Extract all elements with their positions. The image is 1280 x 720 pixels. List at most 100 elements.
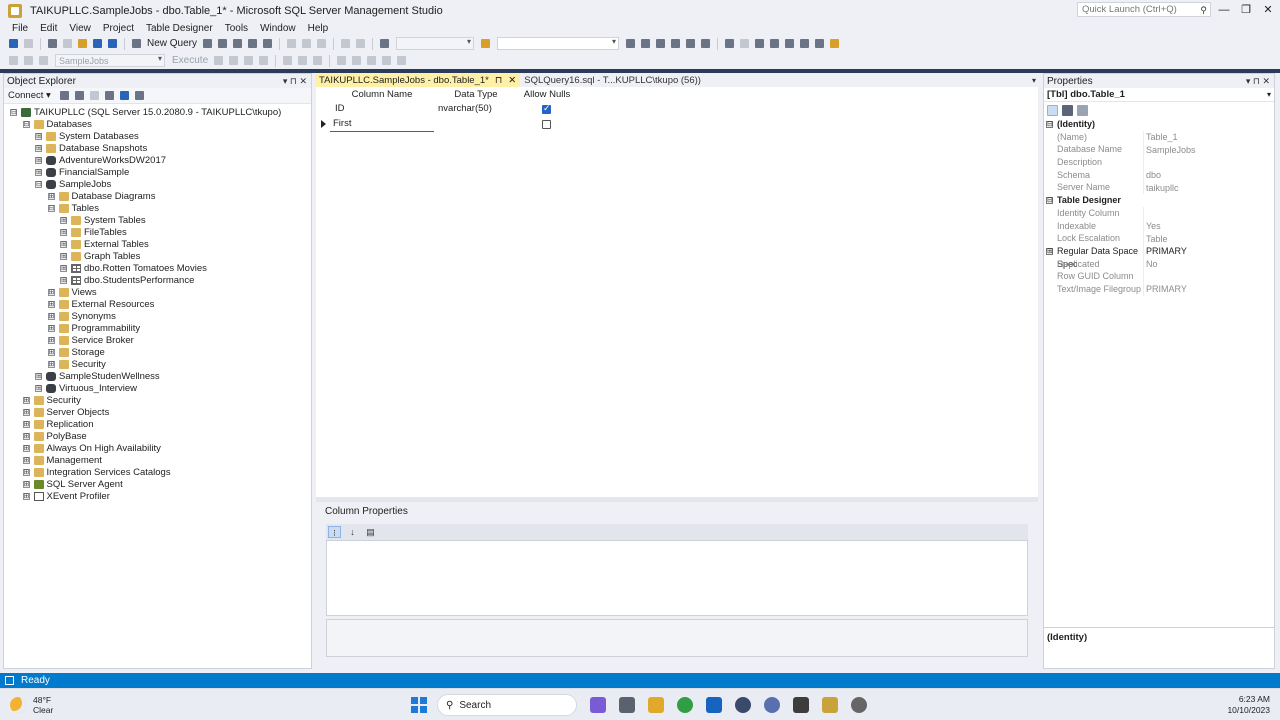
results-grid-icon[interactable] [298,56,308,65]
toolbox-icon[interactable] [671,39,681,48]
connect-icon[interactable] [59,91,69,100]
manage-xml-icon[interactable] [785,39,795,48]
properties-window-icon[interactable] [626,39,636,48]
cut-icon[interactable] [287,39,297,48]
categorized-icon[interactable] [1047,104,1058,116]
tree-node[interactable]: ⊞ SampleStudenWellness [4,370,311,382]
taskbar-search[interactable]: ⚲ Search [437,694,577,716]
mdx-query-icon[interactable] [203,39,213,48]
new-project-icon[interactable] [48,39,57,48]
menu-tools[interactable]: Tools [219,23,254,34]
results-file-icon[interactable] [313,56,323,65]
expand-icon[interactable]: ⊞ [22,480,30,488]
activity-icon[interactable] [134,91,144,100]
property-row[interactable]: Description [1044,156,1274,169]
connect-button[interactable]: Connect ▾ [8,90,51,101]
dmx-query-icon[interactable] [218,39,228,48]
save-icon[interactable] [93,39,102,48]
expand-icon[interactable]: ⊞ [47,192,55,200]
options-icon[interactable] [701,39,711,48]
properties-object-selector[interactable]: [Tbl] dbo.Table_1 [1044,88,1274,102]
tree-node[interactable]: ⊞ Security [4,394,311,406]
tree-node[interactable]: ⊞ System Databases [4,130,311,142]
tree-node[interactable]: ⊞ AdventureWorksDW2017 [4,154,311,166]
property-pages-icon[interactable] [1077,104,1088,116]
alphabetical-icon[interactable] [1062,104,1073,116]
tree-node[interactable]: ⊞ Service Broker [4,334,311,346]
new-query-button[interactable]: New Query [147,38,197,49]
property-row[interactable]: Database Name SampleJobs [1044,143,1274,157]
connect-icon[interactable] [9,56,18,65]
search-icon[interactable]: ⚲ [1200,4,1207,17]
chrome-icon[interactable] [677,697,693,713]
expand-icon[interactable]: ⊞ [60,228,67,236]
tree-node[interactable]: ⊞ SQL Server Agent [4,478,311,490]
expand-icon[interactable]: ⊞ [60,240,67,248]
menu-help[interactable]: Help [302,23,335,34]
tree-node[interactable]: ⊞ Views [4,286,311,298]
results-text-icon[interactable] [283,56,293,65]
property-row[interactable]: Lock Escalation Table [1044,232,1274,245]
tree-node[interactable]: ⊟ SampleJobs [4,178,311,190]
collapse-icon[interactable]: ⊟ [22,120,30,128]
tree-node[interactable]: ⊞ Management [4,454,311,466]
property-row[interactable]: Server Name taikupllc [1044,181,1274,195]
filter-icon[interactable] [104,91,114,100]
parse-icon[interactable] [229,56,239,65]
copilot-icon[interactable] [590,697,606,713]
property-row[interactable]: Row GUID Column [1044,270,1274,283]
xmla-query-icon[interactable] [233,39,243,48]
expand-icon[interactable]: ⊞ [35,372,42,380]
specify-values-icon[interactable] [397,56,407,65]
open-file-icon[interactable] [78,39,87,48]
refresh-icon[interactable] [119,91,129,100]
collapse-icon[interactable]: ⊟ [10,108,17,116]
property-row[interactable]: ⊟ (Identity) [1044,118,1274,131]
menu-edit[interactable]: Edit [34,23,63,34]
menu-table-designer[interactable]: Table Designer [140,23,219,34]
property-value[interactable]: Table [1144,234,1168,244]
property-pages-icon[interactable]: ▤ [364,526,377,538]
relationships-icon[interactable] [725,39,735,48]
property-value[interactable]: PRIMARY [1144,284,1187,294]
property-row[interactable]: Indexable Yes [1044,219,1274,233]
menu-project[interactable]: Project [97,23,140,34]
property-row[interactable]: Text/Image Filegroup PRIMARY [1044,282,1274,296]
quick-launch-input[interactable]: Quick Launch (Ctrl+Q) ⚲ [1077,2,1211,17]
expand-icon[interactable]: ⊞ [22,468,30,476]
forward-icon[interactable] [24,39,33,48]
column-properties-grid[interactable] [326,540,1028,616]
tab-overflow-button[interactable]: ▾ [1032,76,1040,85]
header-column-name[interactable]: Column Name [330,88,434,101]
tree-node[interactable]: ⊞ XEvent Profiler [4,490,311,502]
expand-icon[interactable]: ⊞ [22,432,30,440]
expand-icon[interactable]: ⊞ [47,360,55,368]
column-name-input[interactable]: First [333,118,351,130]
task-view-icon[interactable] [619,697,635,713]
activity-monitor-icon[interactable] [380,39,390,48]
generate-script-icon[interactable] [830,39,840,48]
execute-button[interactable]: Execute [172,55,208,66]
tree-node[interactable]: ⊞ Storage [4,346,311,358]
tab-sql-query[interactable]: SQLQuery16.sql - T...KUPLLC\tkupo (56)) [520,73,705,87]
find-combo[interactable] [497,37,620,50]
expand-icon[interactable]: ⊞ [60,216,67,224]
registered-servers-icon[interactable] [686,39,696,48]
expand-icon[interactable]: ⊞ [47,300,55,308]
weather-widget[interactable]: 48°F Clear [10,695,53,715]
uncomment-icon[interactable] [352,56,362,65]
tree-node[interactable]: ⊞ External Tables [4,238,311,250]
pin-icon[interactable]: ⊓ [495,75,502,86]
tree-node[interactable]: ⊞ External Resources [4,298,311,310]
panel-controls[interactable]: ▾ ⊓ ✕ [1246,76,1274,87]
tree-node[interactable]: ⊞ Graph Tables [4,250,311,262]
allow-nulls-checkbox[interactable] [542,120,551,129]
collapse-icon[interactable]: ⊟ [1046,121,1053,128]
property-row[interactable]: Identity Column [1044,206,1274,220]
property-row[interactable]: (Name) Table_1 [1044,130,1274,144]
tools-icon[interactable] [641,39,651,48]
find-icon[interactable] [481,39,491,48]
expand-icon[interactable]: ⊞ [47,348,55,356]
expand-icon[interactable]: ⊞ [22,456,30,464]
collapse-icon[interactable]: ⊟ [1046,197,1053,205]
